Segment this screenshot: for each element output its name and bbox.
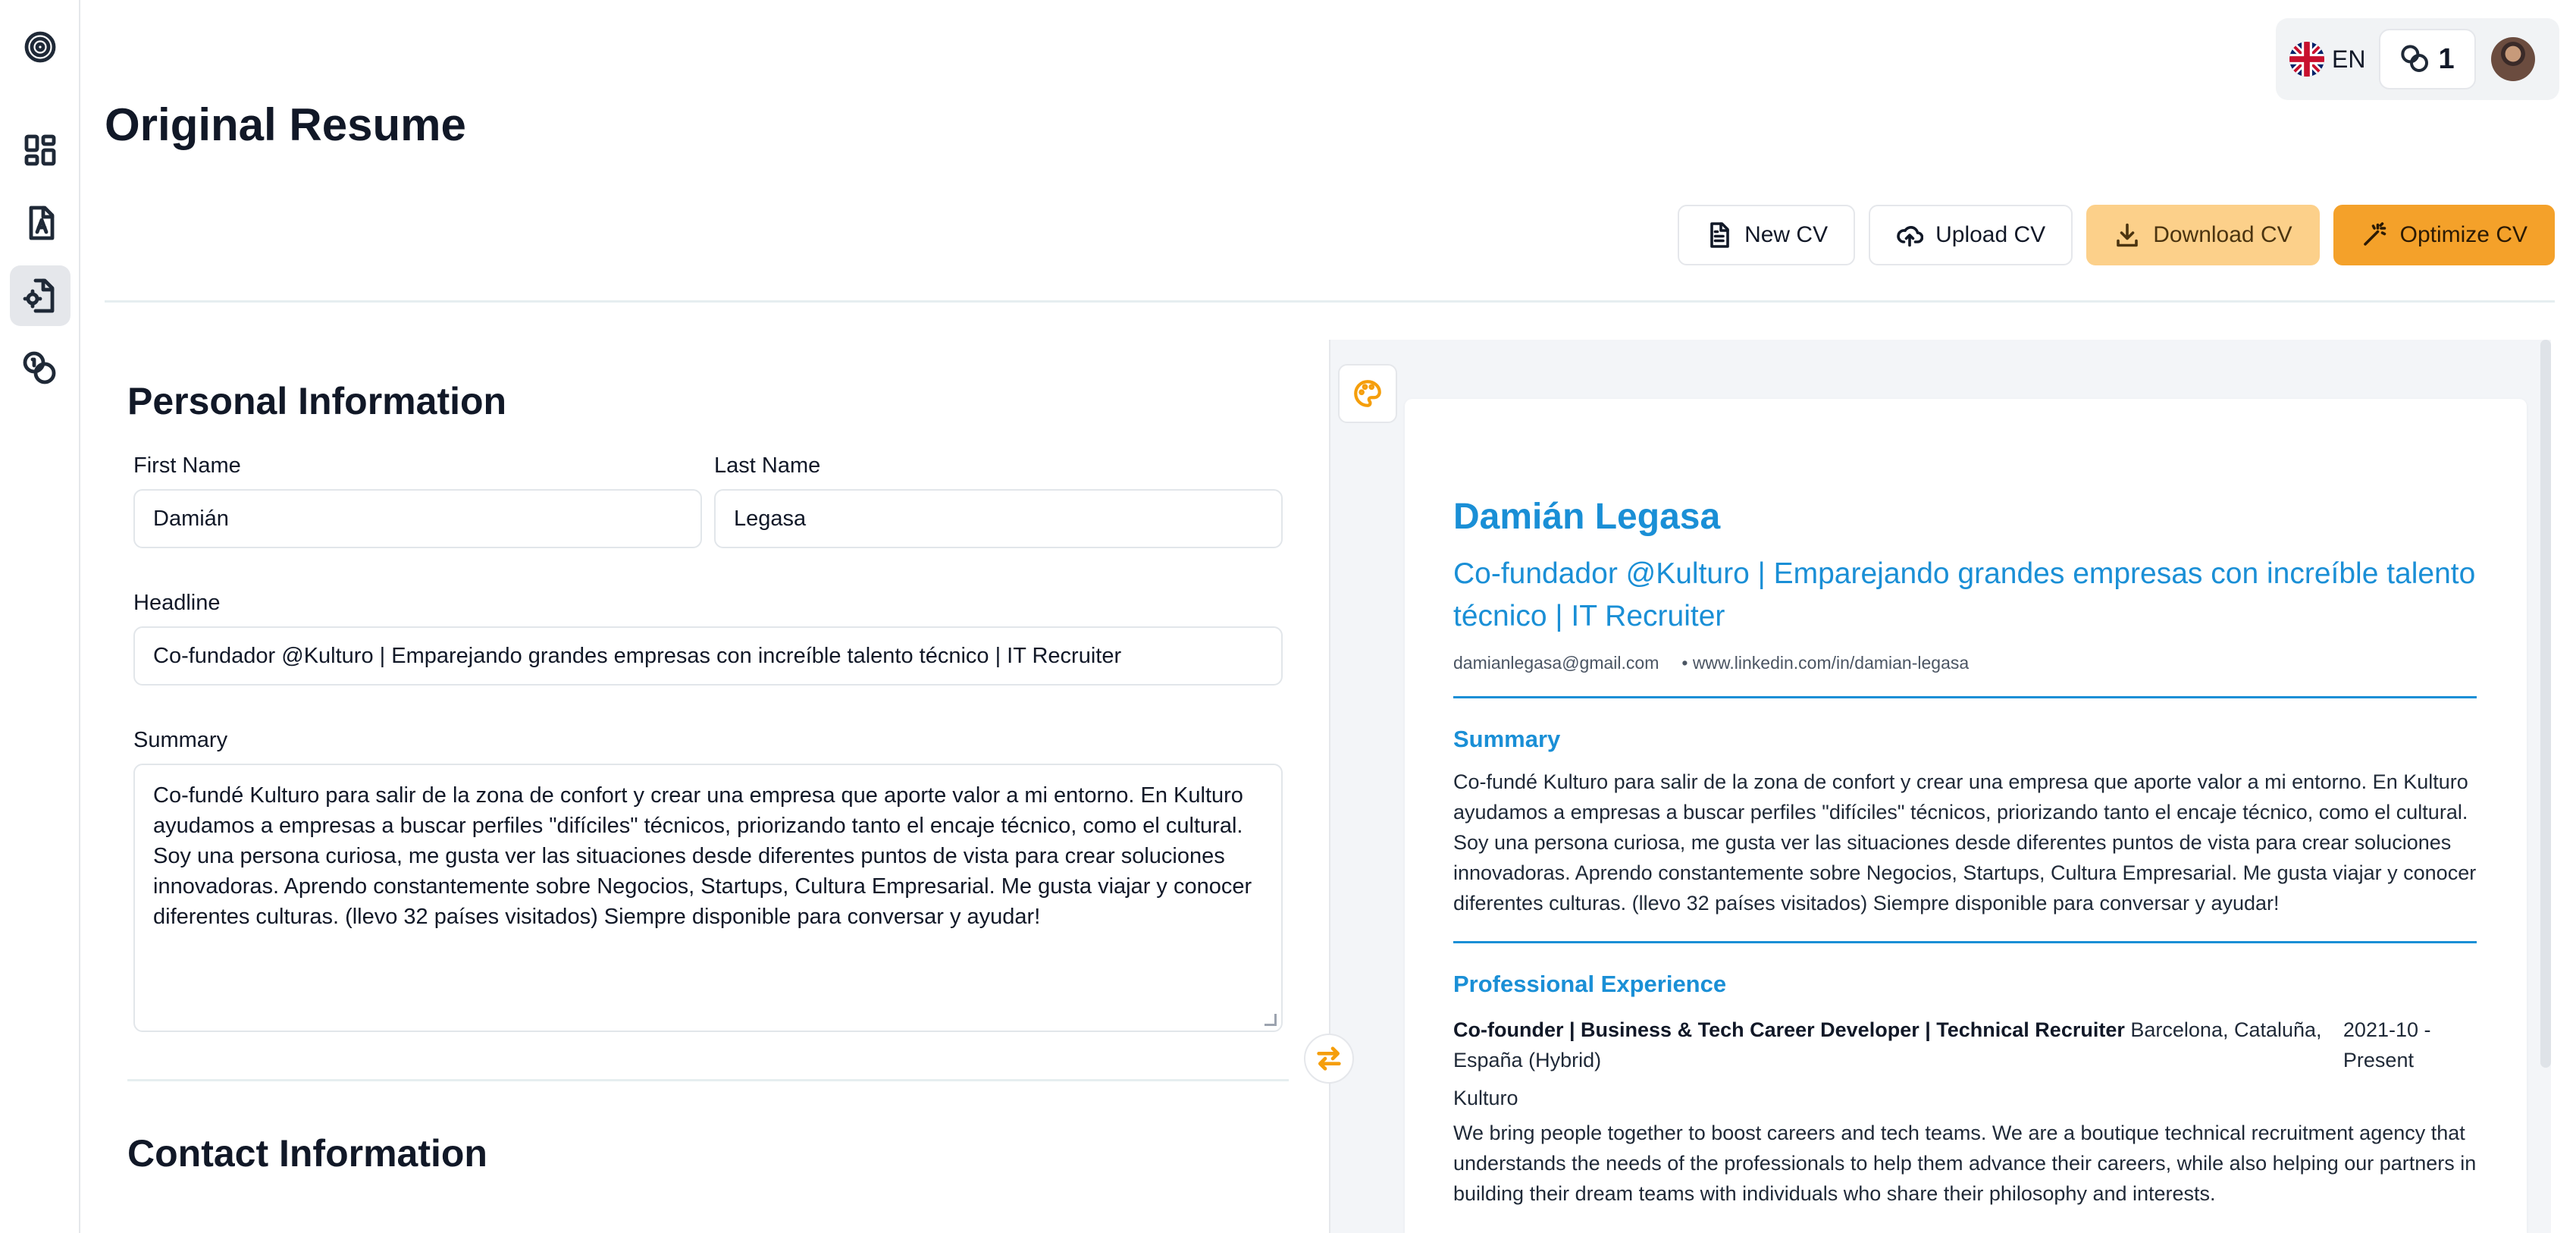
sidebar [0, 0, 80, 1233]
summary-textarea[interactable]: Co-fundé Kulturo para salir de la zona d… [133, 764, 1283, 1032]
cv-linkedin: • www.linkedin.com/in/damian-legasa [1681, 653, 1970, 673]
headline-group: Headline Co-fundador @Kulturo | Empareja… [127, 591, 1289, 686]
cv-experience-company: Kulturo [1453, 1087, 1518, 1109]
credits-badge[interactable]: 1 [2379, 29, 2476, 89]
upload-cv-button[interactable]: Upload CV [1869, 205, 2073, 265]
cv-experience-role: Co-founder | Business & Tech Career Deve… [1453, 1018, 2125, 1041]
resume-paper: Damián Legasa Co-fundador @Kulturo | Emp… [1405, 399, 2527, 1233]
cv-rule [1453, 696, 2477, 698]
palette-icon [1354, 380, 1381, 407]
cv-name: Damián Legasa [1453, 497, 1721, 537]
summary-text: Co-fundé Kulturo para salir de la zona d… [153, 783, 1252, 929]
cloud-upload-icon [1897, 226, 1924, 247]
headline-field[interactable]: Co-fundador @Kulturo | Emparejando grand… [133, 626, 1283, 686]
cv-experience-title-line: Co-founder | Business & Tech Career Deve… [1453, 1015, 2343, 1075]
top-controls: EN 1 [2276, 18, 2559, 100]
cv-experience-description: We bring people together to boost career… [1453, 1122, 2477, 1205]
swap-arrows-icon [1317, 1046, 1341, 1071]
cv-headline: Co-fundador @Kulturo | Emparejando grand… [1453, 557, 2476, 632]
first-name-field[interactable]: Damián [133, 489, 702, 548]
personal-info-title: Personal Information [127, 380, 507, 422]
summary-group: Summary Co-fundé Kulturo para salir de l… [127, 728, 1289, 1032]
new-cv-label: New CV [1744, 222, 1829, 247]
first-name-group: First Name Damián [133, 453, 702, 548]
magic-wand-icon [2363, 222, 2386, 246]
download-cv-button[interactable]: Download CV [2086, 205, 2320, 265]
coins-icon [2401, 45, 2429, 72]
cv-summary-text: Co-fundé Kulturo para salir de la zona d… [1453, 770, 2477, 915]
last-name-group: Last Name Legasa [714, 453, 1283, 548]
optimize-cv-button[interactable]: Optimize CV [2333, 205, 2555, 265]
dashboard-icon[interactable] [10, 120, 71, 180]
theme-palette-button[interactable] [1338, 364, 1397, 423]
cv-experience-header: Co-founder | Business & Tech Career Deve… [1453, 1015, 2477, 1075]
uk-flag-icon [2289, 42, 2324, 77]
headline-label: Headline [133, 591, 221, 615]
download-icon [2117, 223, 2138, 247]
header-divider [105, 300, 2555, 303]
cv-rule [1453, 941, 2477, 943]
target-logo-icon[interactable] [10, 17, 71, 77]
cv-summary-title: Summary [1453, 726, 1561, 752]
coins-icon[interactable] [10, 338, 71, 399]
document-settings-icon[interactable] [10, 265, 71, 326]
resume-preview-panel: Damián Legasa Co-fundador @Kulturo | Emp… [1329, 340, 2551, 1233]
credits-count: 1 [2438, 42, 2455, 75]
upload-cv-label: Upload CV [1935, 222, 2046, 247]
first-name-label: First Name [133, 453, 241, 478]
section-divider [127, 1079, 1289, 1081]
optimize-cv-label: Optimize CV [2399, 222, 2527, 247]
swap-view-button[interactable] [1304, 1034, 1354, 1084]
cv-contact: damianlegasa@gmail.com • www.linkedin.co… [1453, 653, 2477, 673]
summary-label: Summary [133, 728, 228, 752]
contact-info-title: Contact Information [127, 1132, 487, 1175]
cv-email: damianlegasa@gmail.com [1453, 653, 1659, 673]
language-selector[interactable]: EN [2286, 29, 2368, 89]
new-cv-button[interactable]: New CV [1678, 205, 1856, 265]
resize-handle[interactable] [1264, 1014, 1277, 1026]
download-cv-label: Download CV [2153, 222, 2292, 247]
preview-scrollbar[interactable] [2540, 340, 2551, 1068]
action-buttons: New CV Upload CV Download CV Optimize CV [1678, 205, 2555, 265]
cv-experience-dates: 2021-10 - Present [2343, 1018, 2431, 1071]
cv-experience-item: Co-founder | Business & Tech Career Deve… [1453, 1015, 2477, 1209]
avatar[interactable] [2490, 37, 2535, 81]
resume-form: Personal Information First Name Damián L… [127, 379, 1289, 1175]
language-label: EN [2332, 45, 2366, 73]
last-name-field[interactable]: Legasa [714, 489, 1283, 548]
cv-experience-title: Professional Experience [1453, 971, 1727, 997]
document-icon [1710, 222, 1729, 248]
page-title: Original Resume [105, 99, 466, 150]
resume-icon[interactable] [10, 193, 71, 253]
last-name-label: Last Name [714, 453, 821, 478]
